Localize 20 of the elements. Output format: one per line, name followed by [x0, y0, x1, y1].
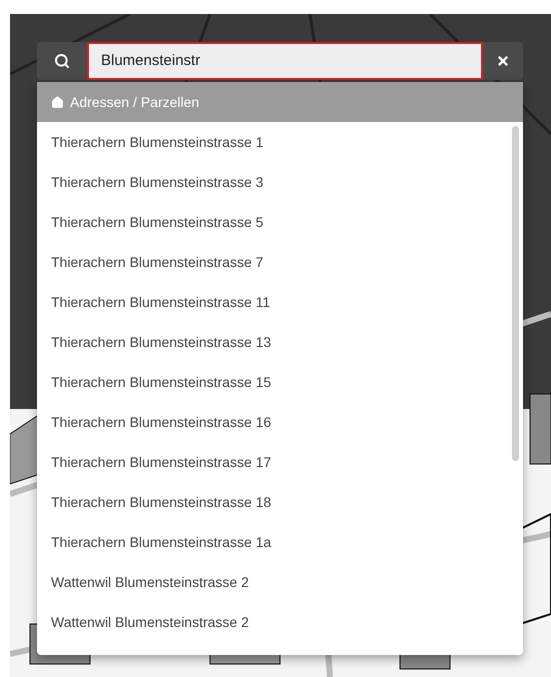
result-item[interactable]: Thierachern Blumensteinstrasse 16 [37, 402, 523, 442]
result-item[interactable]: Thierachern Blumensteinstrasse 7 [37, 242, 523, 282]
search-field[interactable]: Blumensteinstr [87, 42, 483, 80]
home-icon [51, 96, 64, 108]
result-item[interactable]: Wattenwil Blumensteinstrasse 2 [37, 562, 523, 602]
close-icon [496, 54, 510, 68]
result-item[interactable]: Thierachern Blumensteinstrasse 3 [37, 162, 523, 202]
clear-button[interactable] [483, 42, 523, 80]
result-item[interactable]: Wattenwil Blumensteinstrasse 2 [37, 602, 523, 642]
category-label: Adressen / Parzellen [70, 92, 200, 112]
result-item[interactable]: Thierachern Blumensteinstrasse 17 [37, 442, 523, 482]
result-item[interactable]: Thierachern Blumensteinstrasse 1a [37, 522, 523, 562]
result-item[interactable]: Thierachern Blumensteinstrasse 13 [37, 322, 523, 362]
search-button[interactable] [37, 42, 87, 80]
search-icon [54, 53, 70, 69]
result-item[interactable]: Thierachern Blumensteinstrasse 15 [37, 362, 523, 402]
result-item[interactable]: Thierachern Blumensteinstrasse 18 [37, 482, 523, 522]
result-item[interactable]: Thierachern Blumensteinstrasse 1 [37, 122, 523, 162]
result-item[interactable]: Thierachern Blumensteinstrasse 5 [37, 202, 523, 242]
result-item[interactable]: Thierachern Blumensteinstrasse 11 [37, 282, 523, 322]
